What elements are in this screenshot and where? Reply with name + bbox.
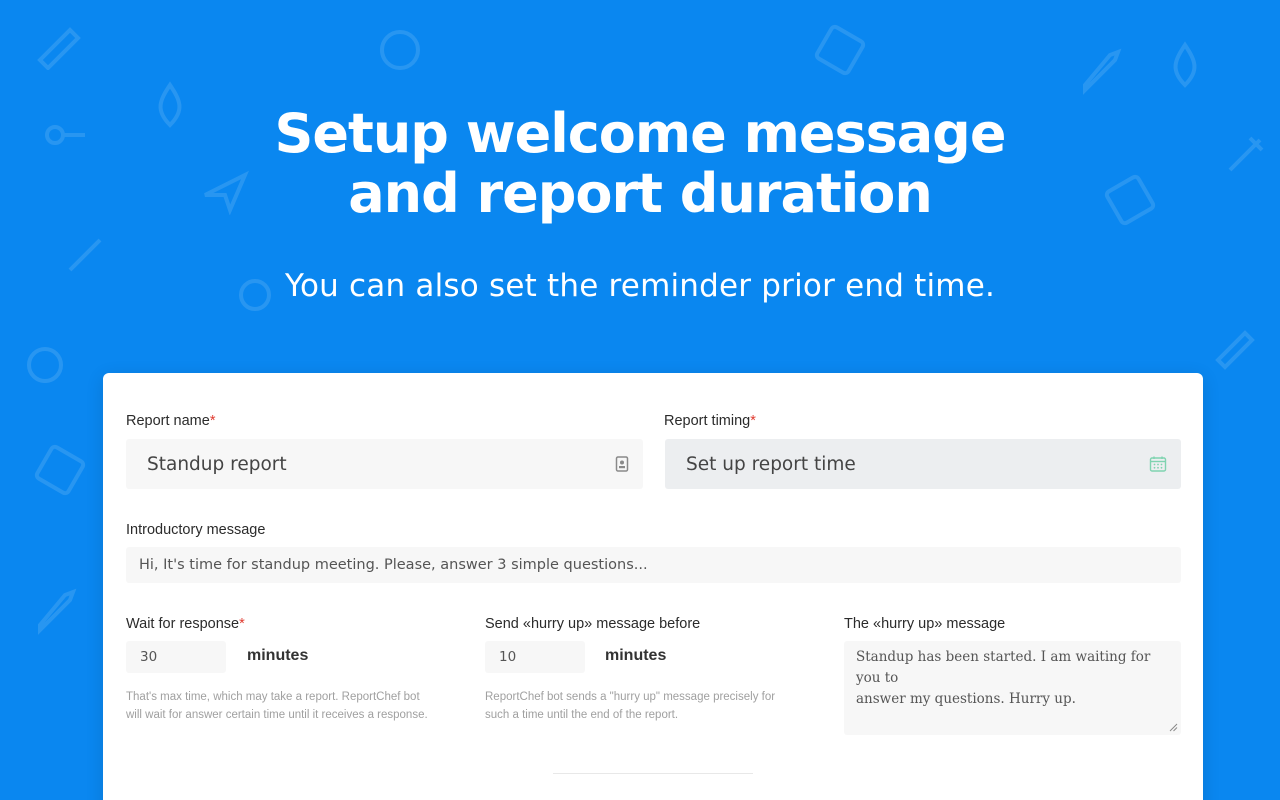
hurry-before-label: Send «hurry up» message before bbox=[485, 616, 701, 632]
page-title-line-1: Setup welcome message bbox=[274, 102, 1007, 165]
contact-card-icon bbox=[615, 456, 629, 472]
rocket-doodle-icon bbox=[38, 588, 77, 635]
hurry-before-hint-line-1: ReportChef bot sends a "hurry up" messag… bbox=[485, 691, 776, 703]
hurry-before-unit: minutes bbox=[605, 647, 667, 664]
resize-handle-icon[interactable] bbox=[1169, 723, 1178, 732]
page-title-line-2: and report duration bbox=[348, 162, 933, 225]
wait-response-label: Wait for response* bbox=[126, 616, 245, 632]
pot-doodle-icon bbox=[27, 347, 63, 383]
report-name-label: Report name* bbox=[126, 413, 215, 429]
required-mark: * bbox=[209, 413, 216, 429]
hurry-before-value: 10 bbox=[499, 649, 517, 665]
flame-doodle-icon bbox=[1173, 41, 1197, 88]
hurry-before-hint-line-2: such a time until the end of the report. bbox=[485, 709, 679, 721]
wait-response-input[interactable]: 30 bbox=[126, 641, 226, 673]
hurry-message-line-1: Standup has been started. I am waiting f… bbox=[856, 649, 1151, 686]
wait-response-label-text: Wait for response bbox=[126, 616, 240, 632]
hurry-message-textarea[interactable]: Standup has been started. I am waiting f… bbox=[844, 641, 1181, 735]
pencil-doodle-icon bbox=[37, 27, 81, 70]
settings-form-card: Report name* Standup report Report timin… bbox=[103, 373, 1203, 800]
section-divider bbox=[553, 773, 753, 774]
chef-hat-doodle-icon bbox=[380, 30, 420, 70]
required-mark: * bbox=[239, 616, 245, 632]
report-name-input[interactable]: Standup report bbox=[126, 439, 643, 489]
hurry-message-line-2: answer my questions. Hurry up. bbox=[856, 691, 1076, 707]
hurry-before-hint: ReportChef bot sends a "hurry up" messag… bbox=[485, 688, 775, 724]
report-name-value: Standup report bbox=[147, 453, 287, 475]
wait-response-unit: minutes bbox=[247, 647, 309, 664]
pencil-doodle-icon bbox=[1215, 330, 1255, 370]
required-mark: * bbox=[750, 413, 756, 429]
intro-message-value: Hi, It's time for standup meeting. Pleas… bbox=[139, 557, 648, 573]
report-name-label-text: Report name bbox=[126, 413, 210, 429]
book-doodle-icon bbox=[814, 24, 866, 76]
wait-response-hint: That's max time, which may take a report… bbox=[126, 688, 428, 724]
report-timing-placeholder: Set up report time bbox=[686, 453, 856, 475]
report-timing-label-text: Report timing bbox=[664, 413, 751, 429]
hero: Setup welcome message and report duratio… bbox=[0, 104, 1280, 305]
report-timing-input[interactable]: Set up report time bbox=[665, 439, 1181, 489]
page-title: Setup welcome message and report duratio… bbox=[0, 104, 1280, 224]
report-timing-label: Report timing* bbox=[664, 413, 756, 429]
calendar-icon bbox=[1149, 456, 1167, 472]
wait-response-hint-line-2: will wait for answer certain time until … bbox=[126, 709, 428, 721]
intro-message-label: Introductory message bbox=[126, 522, 266, 538]
wait-response-hint-line-1: That's max time, which may take a report… bbox=[126, 691, 420, 703]
book-doodle-icon bbox=[34, 444, 86, 496]
wait-response-value: 30 bbox=[140, 649, 158, 665]
hurry-before-input[interactable]: 10 bbox=[485, 641, 585, 673]
hurry-message-label: The «hurry up» message bbox=[844, 616, 1006, 632]
rocket-doodle-icon bbox=[1083, 48, 1122, 95]
intro-message-input[interactable]: Hi, It's time for standup meeting. Pleas… bbox=[126, 547, 1181, 583]
page-subtitle: You can also set the reminder prior end … bbox=[284, 268, 996, 304]
